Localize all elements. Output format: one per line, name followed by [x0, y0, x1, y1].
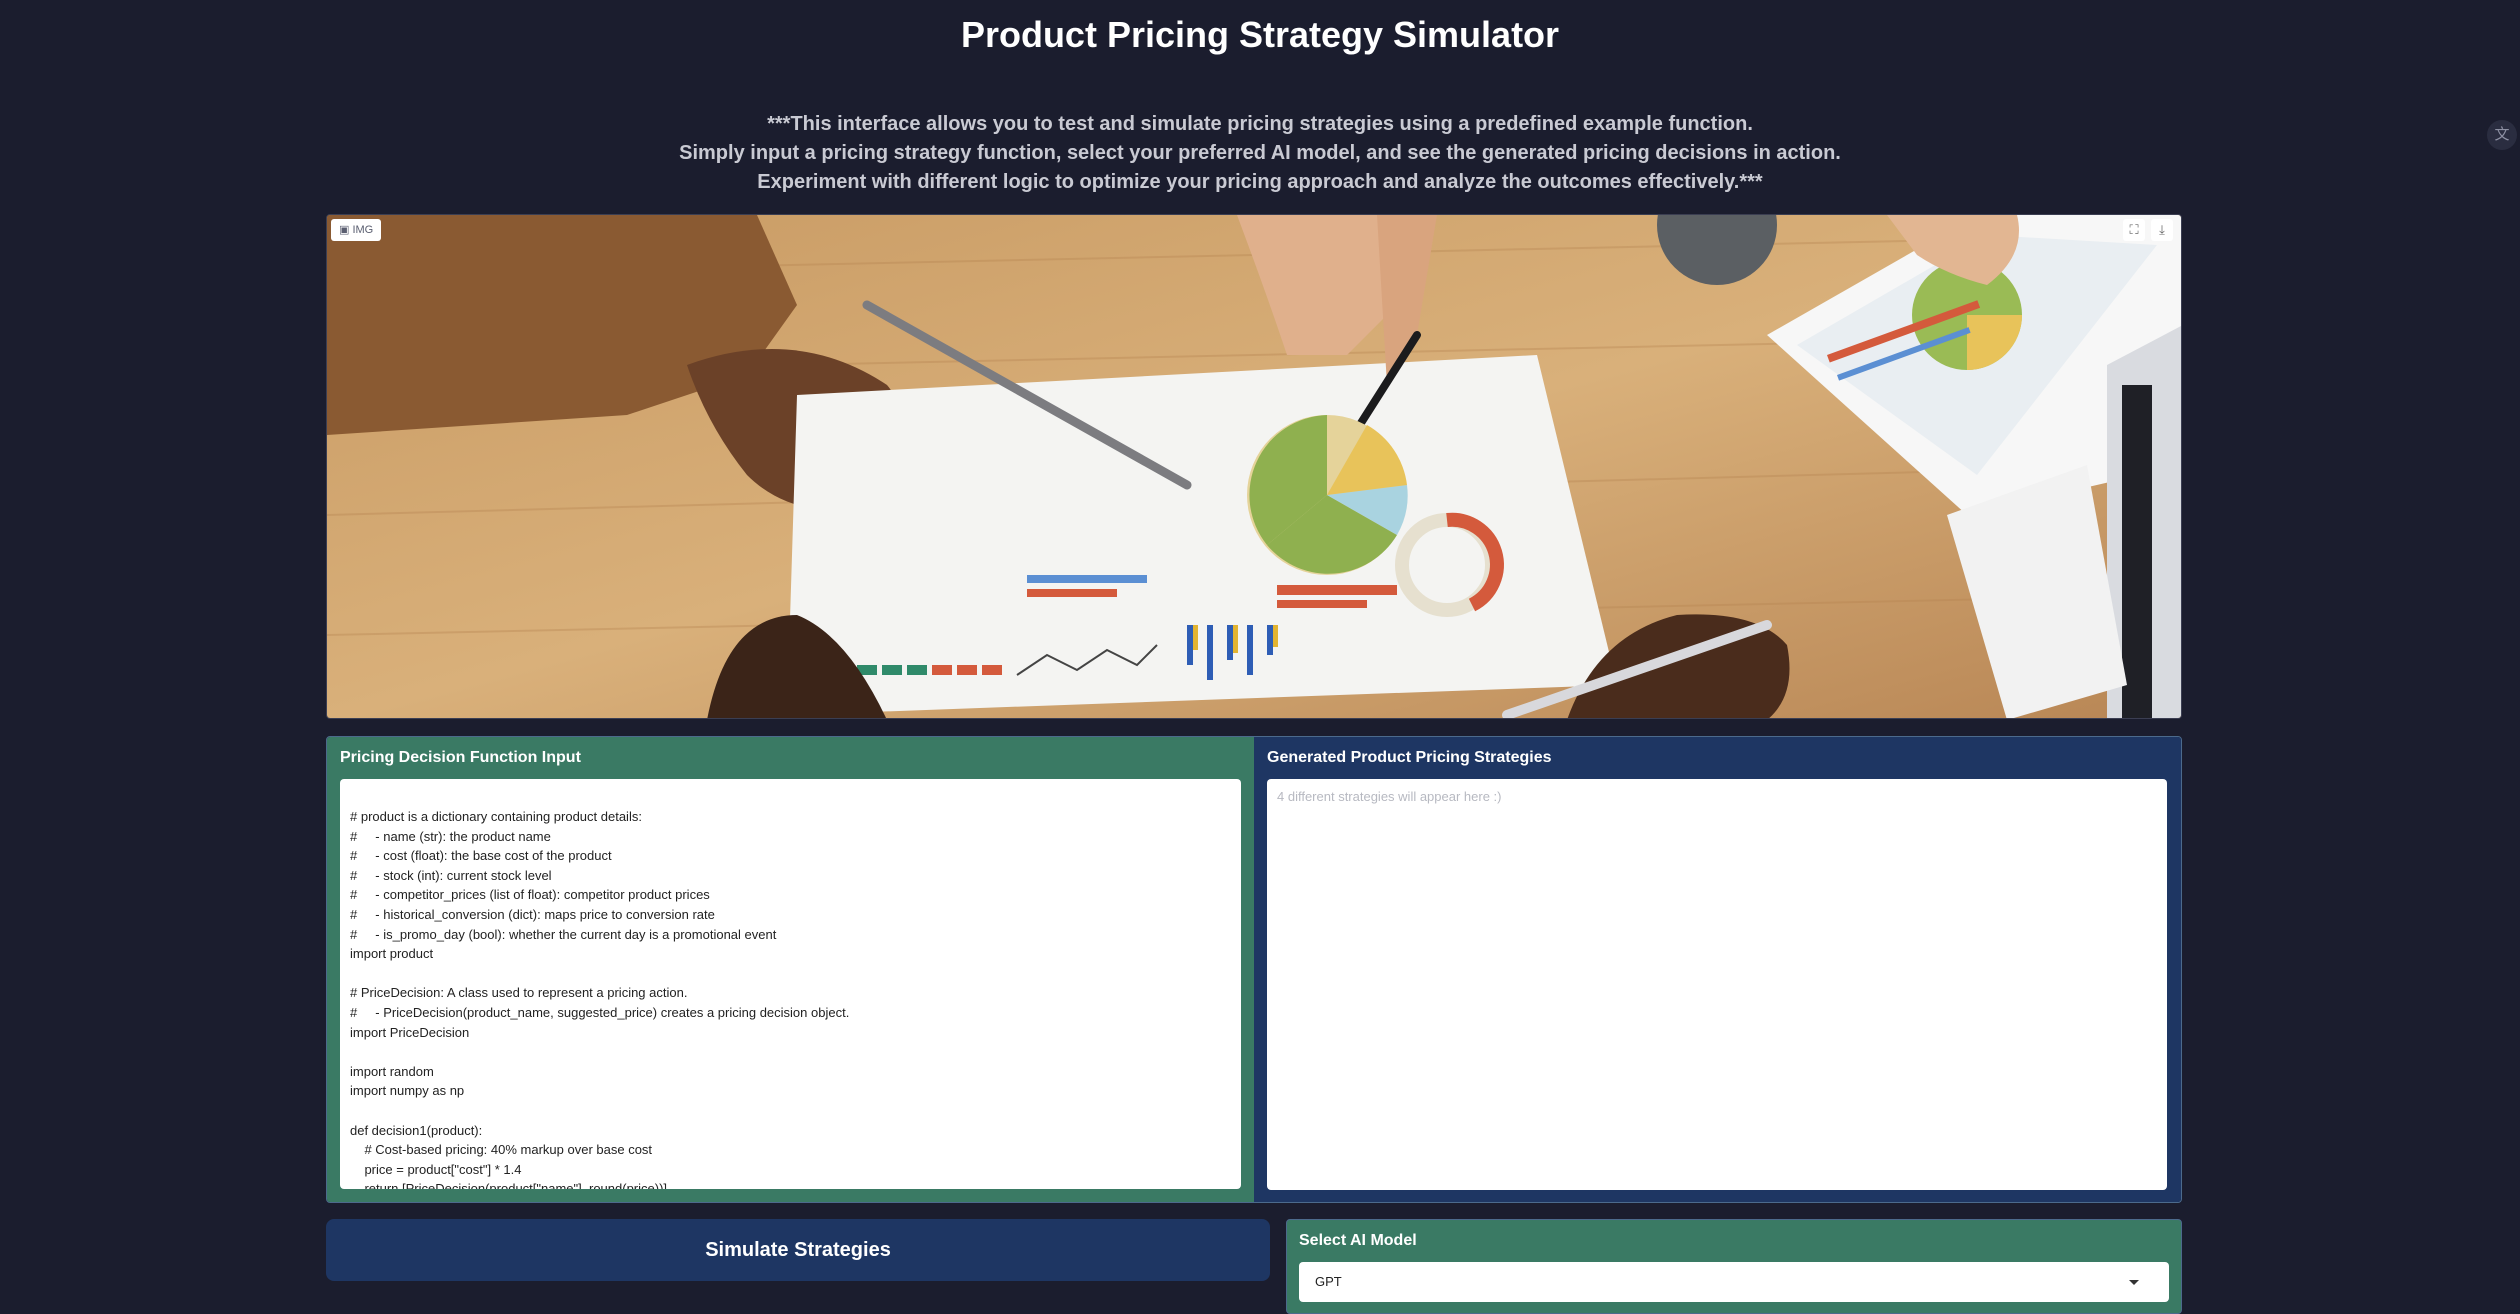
model-select-label: Select AI Model: [1299, 1232, 1417, 1249]
image-label-text: IMG: [352, 224, 374, 236]
input-panel: Pricing Decision Function Input # produc…: [327, 737, 1254, 1202]
input-panel-title: Pricing Decision Function Input: [340, 749, 581, 766]
translate-icon[interactable]: 文: [2487, 120, 2517, 150]
io-panels: Pricing Decision Function Input # produc…: [326, 736, 2182, 1203]
output-panel-title: Generated Product Pricing Strategies: [1267, 749, 1552, 766]
header-photo: [327, 215, 2181, 718]
description-line-2: Simply input a pricing strategy function…: [679, 142, 1841, 164]
description-line-3: Experiment with different logic to optim…: [757, 171, 1763, 193]
description-line-1: ***This interface allows you to test and…: [767, 113, 1753, 135]
page-title: Product Pricing Strategy Simulator: [960, 14, 1560, 55]
expand-icon[interactable]: ⛶: [2123, 219, 2145, 241]
chevron-down-icon: [2129, 1280, 2139, 1285]
model-select-panel: Select AI Model GPT: [1286, 1219, 2182, 1314]
strategies-output[interactable]: 4 different strategies will appear here …: [1267, 779, 2167, 1190]
image-label: ▣ IMG: [331, 219, 382, 241]
function-code-editor[interactable]: # product is a dictionary containing pro…: [340, 779, 1241, 1189]
download-icon[interactable]: ⤓: [2151, 219, 2173, 241]
output-panel: Generated Product Pricing Strategies 4 d…: [1254, 737, 2181, 1202]
image-viewer: ▣ IMG ⛶ ⤓: [326, 214, 2182, 719]
model-select-dropdown[interactable]: GPT: [1299, 1262, 2169, 1302]
simulate-strategies-button[interactable]: Simulate Strategies: [326, 1219, 1270, 1281]
model-select-value: GPT: [1315, 1274, 1342, 1289]
description: ***This interface allows you to test and…: [0, 110, 2520, 197]
